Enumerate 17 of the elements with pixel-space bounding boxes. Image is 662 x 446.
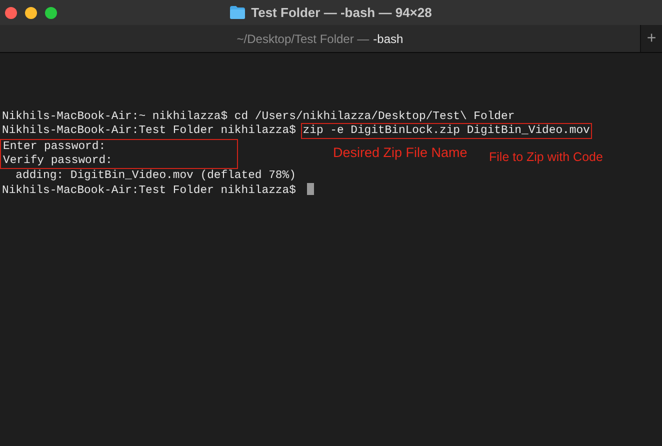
command-text: zip -e DigitBinLock.zip DigitBin_Video.mov: [302, 125, 590, 137]
zoom-button[interactable]: [45, 6, 57, 18]
close-button[interactable]: [5, 6, 17, 18]
shell-prompt: Nikhils-MacBook-Air:Test Folder nikhilazza$: [2, 185, 296, 197]
shell-prompt: Nikhils-MacBook-Air:Test Folder nikhilazza$: [2, 125, 296, 137]
annotation-label: File to Zip with Code: [489, 150, 603, 164]
terminal-tab[interactable]: ~/Desktop/Test Folder — -bash: [0, 25, 640, 52]
window-title: Test Folder — -bash — 94×28: [251, 5, 432, 20]
command-text: cd /Users/nikhilazza/Desktop/Test\ Folder: [234, 111, 515, 123]
minimize-button[interactable]: [25, 6, 37, 18]
annotation-label: Desired Zip File Name: [333, 146, 468, 160]
shell-prompt: Nikhils-MacBook-Air:~ nikhilazza$: [2, 111, 228, 123]
output-line: Verify password:: [3, 154, 114, 168]
output-line: adding: DigitBin_Video.mov (deflated 78%): [14, 169, 297, 183]
folder-icon: [230, 6, 246, 19]
output-line: Enter password:: [3, 140, 107, 154]
new-tab-button[interactable]: +: [640, 25, 662, 52]
